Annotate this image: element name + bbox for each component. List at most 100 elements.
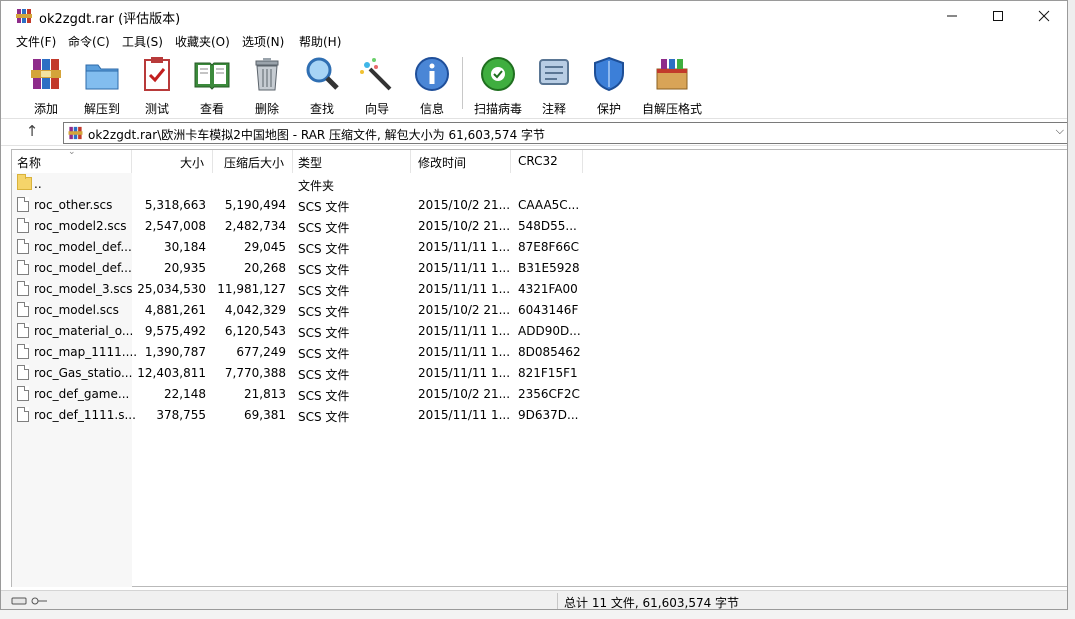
table-row[interactable]: roc_model_def... 20,935 20,268 SCS 文件 20… xyxy=(12,258,612,279)
table-row[interactable]: roc_model2.scs 2,547,008 2,482,734 SCS 文… xyxy=(12,216,612,237)
table-row[interactable]: roc_model_def... 30,184 29,045 SCS 文件 20… xyxy=(12,237,612,258)
table-row[interactable]: roc_def_1111.s... 378,755 69,381 SCS 文件 … xyxy=(12,405,612,426)
file-packed-size: 677,249 xyxy=(236,345,286,359)
view-button[interactable]: 查看 xyxy=(187,55,237,116)
file-type: SCS 文件 xyxy=(298,305,350,319)
column-divider[interactable] xyxy=(292,150,293,173)
find-icon xyxy=(306,57,339,90)
address-field[interactable]: ok2zgdt.rar\欧洲卡车模拟2中国地图 - RAR 压缩文件, 解包大小… xyxy=(63,122,1067,144)
file-size: 9,575,492 xyxy=(144,324,206,338)
file-modified: 2015/11/11 1... xyxy=(418,324,511,338)
table-row[interactable]: roc_def_game... 22,148 21,813 SCS 文件 201… xyxy=(12,384,612,405)
maximize-icon xyxy=(993,11,1003,21)
file-crc: 87E8F66C xyxy=(518,240,580,254)
column-packed[interactable]: 压缩后大小 xyxy=(224,154,284,171)
table-row[interactable]: roc_map_1111.... 1,390,787 677,249 SCS 文… xyxy=(12,342,612,363)
column-divider[interactable] xyxy=(131,150,132,173)
file-crc: 8D085462 xyxy=(518,345,581,359)
window-title: ok2zgdt.rar (评估版本) xyxy=(39,12,181,27)
minimize-button[interactable] xyxy=(929,1,975,31)
column-divider[interactable] xyxy=(212,150,213,173)
scan-virus-button[interactable]: 扫描病毒 xyxy=(471,55,525,116)
file-packed-size: 5,190,494 xyxy=(224,198,286,212)
table-row[interactable]: roc_model_3.scs 25,034,530 11,981,127 SC… xyxy=(12,279,612,300)
file-modified: 2015/11/11 1... xyxy=(418,366,511,380)
file-type: SCS 文件 xyxy=(298,284,350,298)
comment-label: 注释 xyxy=(541,102,566,116)
file-size: 378,755 xyxy=(156,408,206,422)
table-row[interactable]: roc_model.scs 4,881,261 4,042,329 SCS 文件… xyxy=(12,300,612,321)
chevron-down-icon[interactable]: ⌵ xyxy=(1056,124,1064,138)
file-modified: 2015/10/2 21... xyxy=(418,198,511,212)
view-icon xyxy=(194,62,230,90)
file-size: 5,318,663 xyxy=(144,198,206,212)
winrar-app-icon[interactable] xyxy=(16,8,32,24)
delete-button[interactable]: 删除 xyxy=(242,55,292,116)
file-packed-size: 6,120,543 xyxy=(224,324,286,338)
file-name: roc_Gas_statio... xyxy=(34,366,133,380)
column-divider[interactable] xyxy=(510,150,511,173)
file-packed-size: 20,268 xyxy=(244,261,286,275)
arrow-up-icon: ↑ xyxy=(25,122,39,140)
column-header: 名称 ⌄ 大小 压缩后大小 类型 修改时间 CRC32 xyxy=(12,147,1067,173)
sfx-icon xyxy=(656,59,688,90)
file-size: 12,403,811 xyxy=(137,366,206,380)
add-button[interactable]: 添加 xyxy=(21,55,71,116)
file-icon xyxy=(17,218,29,233)
drive-key-icon[interactable] xyxy=(11,596,51,606)
file-type: SCS 文件 xyxy=(298,389,350,403)
menu-help[interactable]: 帮助(H) xyxy=(299,33,341,50)
address-bar: ↑ ok2zgdt.rar\欧洲卡车模拟2中国地图 - RAR 压缩文件, 解包… xyxy=(1,118,1067,146)
menu-commands[interactable]: 命令(C) xyxy=(68,33,110,50)
column-modified[interactable]: 修改时间 xyxy=(418,154,466,171)
background-window-edge xyxy=(1068,0,1075,619)
close-button[interactable] xyxy=(1021,1,1067,31)
toolbar-separator xyxy=(462,57,463,109)
file-modified: 2015/11/11 1... xyxy=(418,345,511,359)
table-row[interactable]: roc_material_o... 9,575,492 6,120,543 SC… xyxy=(12,321,612,342)
extract-to-button[interactable]: 解压到 xyxy=(77,55,127,116)
maximize-button[interactable] xyxy=(975,1,1021,31)
file-size: 20,935 xyxy=(164,261,206,275)
column-divider[interactable] xyxy=(582,150,583,173)
sfx-button[interactable]: 自解压格式 xyxy=(641,55,703,116)
view-label: 查看 xyxy=(199,102,224,116)
up-folder-button[interactable]: ↑ xyxy=(21,122,43,142)
find-label: 查找 xyxy=(309,102,334,116)
table-row[interactable]: roc_Gas_statio... 12,403,811 7,770,388 S… xyxy=(12,363,612,384)
winrar-window: ok2zgdt.rar (评估版本) 文件(F) 命令(C) 工具(S) 收藏夹… xyxy=(0,0,1068,610)
protect-button[interactable]: 保护 xyxy=(584,55,634,116)
table-row[interactable]: roc_other.scs 5,318,663 5,190,494 SCS 文件… xyxy=(12,195,612,216)
file-type: SCS 文件 xyxy=(298,410,350,424)
file-type: 文件夹 xyxy=(298,179,335,193)
scan-virus-label: 扫描病毒 xyxy=(473,102,522,116)
menu-favorites[interactable]: 收藏夹(O) xyxy=(175,33,230,50)
column-size[interactable]: 大小 xyxy=(180,154,204,171)
parent-folder-row[interactable]: .. 文件夹 xyxy=(12,174,612,195)
file-name: roc_def_game... xyxy=(34,387,130,401)
file-crc: 2356CF2C xyxy=(518,387,580,401)
column-divider[interactable] xyxy=(410,150,411,173)
info-button[interactable]: 信息 xyxy=(407,55,457,116)
menu-file[interactable]: 文件(F) xyxy=(16,33,56,50)
file-icon xyxy=(17,386,29,401)
sfx-label: 自解压格式 xyxy=(641,102,702,116)
column-type[interactable]: 类型 xyxy=(298,154,322,171)
menu-options[interactable]: 选项(N) xyxy=(242,33,284,50)
toolbar: 添加 解压到 测试 查看 删除 查找 向导 信息 扫描病毒 注释 保护 自解压格… xyxy=(1,51,1067,117)
column-name[interactable]: 名称 xyxy=(17,154,41,171)
file-icon xyxy=(17,344,29,359)
address-path: ok2zgdt.rar\欧洲卡车模拟2中国地图 - RAR 压缩文件, 解包大小… xyxy=(88,128,546,142)
menu-tools[interactable]: 工具(S) xyxy=(122,33,163,50)
find-button[interactable]: 查找 xyxy=(297,55,347,116)
status-divider xyxy=(557,593,558,609)
column-crc[interactable]: CRC32 xyxy=(518,154,558,168)
comment-button[interactable]: 注释 xyxy=(529,55,579,116)
wizard-button[interactable]: 向导 xyxy=(352,55,402,116)
test-button[interactable]: 测试 xyxy=(132,55,182,116)
file-packed-size: 69,381 xyxy=(244,408,286,422)
scan-virus-icon xyxy=(481,57,515,91)
file-icon xyxy=(17,260,29,275)
file-size: 2,547,008 xyxy=(144,219,206,233)
file-icon xyxy=(17,302,29,317)
